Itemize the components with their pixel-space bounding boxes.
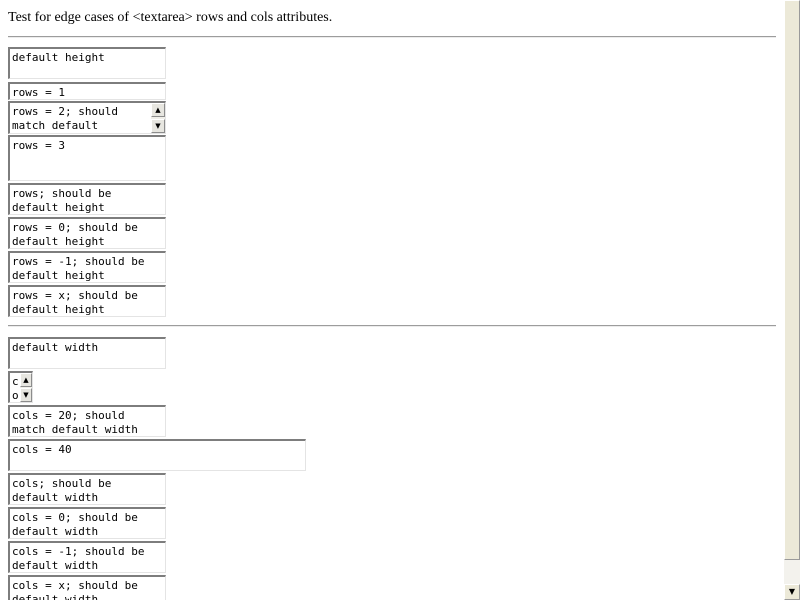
textarea-text: cols = -1; should be default width xyxy=(12,545,152,572)
textarea-default-width[interactable]: default width xyxy=(8,337,166,369)
textarea-text: default width xyxy=(12,341,99,354)
textarea-text: rows = 2; should match default xyxy=(12,105,125,132)
divider xyxy=(8,36,776,38)
textarea-rows-1[interactable]: rows = 1 xyxy=(8,82,166,100)
page-scrollbar[interactable]: ▼ xyxy=(784,0,800,600)
textarea-text: rows = -1; should be default height xyxy=(12,255,152,282)
page-scroll-down-arrow-icon[interactable]: ▼ xyxy=(784,584,800,600)
page-heading: Test for edge cases of <textarea> rows a… xyxy=(8,10,333,25)
divider xyxy=(8,325,776,327)
textarea-text: cols = 40 xyxy=(12,443,72,456)
textarea-text: cols = 20; should match default width xyxy=(12,409,138,436)
textarea-text: rows = 3 xyxy=(12,139,65,152)
textarea-cols-40[interactable]: cols = 40 xyxy=(8,439,306,471)
textarea-text: co xyxy=(12,375,19,402)
textarea-default-height[interactable]: default height xyxy=(8,47,166,79)
textarea-rows-2[interactable]: rows = 2; should match default ▲ ▼ xyxy=(8,101,166,134)
page-content: Test for edge cases of <textarea> rows a… xyxy=(0,0,784,600)
scroll-down-arrow-icon[interactable]: ▼ xyxy=(20,388,32,402)
scroll-up-arrow-icon[interactable]: ▲ xyxy=(20,373,32,387)
textarea-text: cols = 0; should be default width xyxy=(12,511,145,538)
textarea-cols-negative[interactable]: cols = -1; should be default width xyxy=(8,541,166,573)
textarea-rows-0[interactable]: rows = 0; should be default height xyxy=(8,217,166,249)
textarea-rows-3[interactable]: rows = 3 xyxy=(8,135,166,181)
textarea-text: default height xyxy=(12,51,105,64)
textarea-scrollbar[interactable]: ▲ ▼ xyxy=(20,373,32,402)
textarea-rows-negative[interactable]: rows = -1; should be default height xyxy=(8,251,166,283)
textarea-cols-20[interactable]: cols = 20; should match default width xyxy=(8,405,166,437)
textarea-cols-empty[interactable]: cols; should be default width xyxy=(8,473,166,505)
textarea-rows-x[interactable]: rows = x; should be default height xyxy=(8,285,166,317)
textarea-rows-empty[interactable]: rows; should be default height xyxy=(8,183,166,215)
textarea-text: rows = x; should be default height xyxy=(12,289,145,316)
scroll-up-arrow-icon[interactable]: ▲ xyxy=(151,103,165,117)
textarea-text: rows = 1 xyxy=(12,86,65,99)
textarea-text: cols; should be default width xyxy=(12,477,118,504)
scroll-down-arrow-icon[interactable]: ▼ xyxy=(151,119,165,133)
textarea-cols-1[interactable]: co ▲ ▼ xyxy=(8,371,33,403)
textarea-text: rows = 0; should be default height xyxy=(12,221,145,248)
textarea-cols-x[interactable]: cols = x; should be default width xyxy=(8,575,166,600)
page-scrollbar-thumb[interactable] xyxy=(784,0,800,560)
textarea-text: cols = x; should be default width xyxy=(12,579,145,600)
textarea-scrollbar[interactable]: ▲ ▼ xyxy=(151,103,165,133)
textarea-cols-0[interactable]: cols = 0; should be default width xyxy=(8,507,166,539)
textarea-text: rows; should be default height xyxy=(12,187,118,214)
